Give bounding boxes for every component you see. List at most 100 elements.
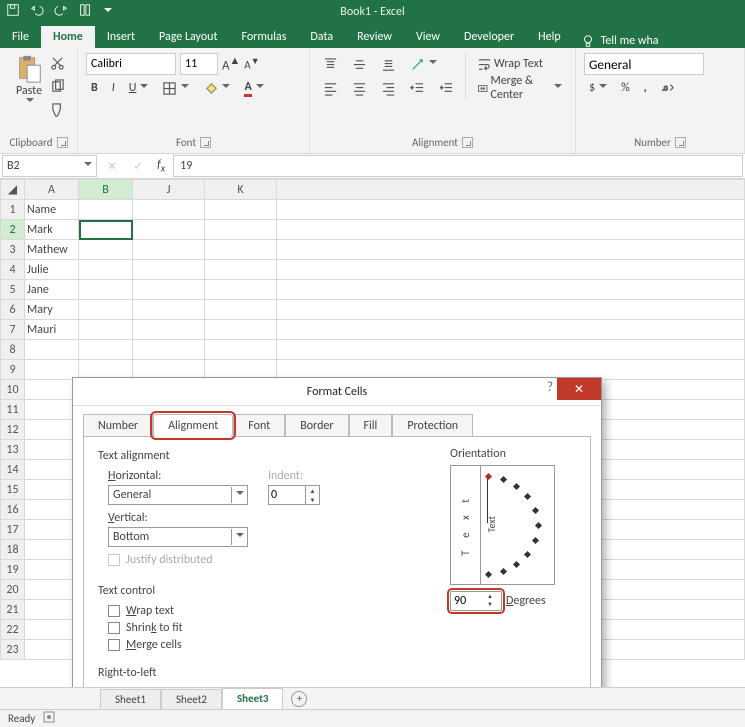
cell[interactable]	[205, 280, 277, 300]
row-header[interactable]: 22	[1, 620, 25, 640]
cell[interactable]	[205, 300, 277, 320]
row-header[interactable]: 6	[1, 300, 25, 320]
dialog-tab-number[interactable]: Number	[83, 414, 153, 437]
cell[interactable]	[25, 640, 79, 660]
cell[interactable]	[133, 340, 205, 360]
italic-button[interactable]: I	[107, 78, 120, 98]
tab-home[interactable]: Home	[41, 26, 95, 48]
row-header[interactable]: 3	[1, 240, 25, 260]
fx-icon[interactable]: fx	[151, 158, 171, 174]
shrink-to-fit-checkbox[interactable]: Shrink to fit	[108, 621, 576, 635]
cell[interactable]	[25, 440, 79, 460]
dialog-tab-border[interactable]: Border	[285, 414, 348, 437]
col-header[interactable]: K	[205, 180, 277, 200]
cell[interactable]	[25, 380, 79, 400]
row-header[interactable]: 15	[1, 480, 25, 500]
cell[interactable]	[25, 460, 79, 480]
font-size-select[interactable]	[180, 53, 218, 75]
cell[interactable]	[25, 400, 79, 420]
row-header[interactable]: 5	[1, 280, 25, 300]
help-icon[interactable]: ?	[547, 380, 553, 395]
cancel-formula-icon[interactable]: ✕	[99, 159, 125, 174]
sheet-tab-3[interactable]: Sheet3	[222, 688, 284, 709]
cell[interactable]: Mauri	[25, 320, 79, 340]
cell[interactable]: Name	[25, 200, 79, 220]
align-right-icon[interactable]	[376, 78, 401, 99]
cell[interactable]	[205, 340, 277, 360]
cell[interactable]	[79, 260, 133, 280]
macro-record-icon[interactable]	[43, 711, 55, 726]
row-header[interactable]: 13	[1, 440, 25, 460]
undo-icon[interactable]	[30, 3, 44, 21]
align-center-icon[interactable]	[347, 78, 372, 99]
cell[interactable]	[133, 240, 205, 260]
borders-button[interactable]	[157, 78, 194, 99]
indent-spinner[interactable]: ▲▼	[268, 485, 320, 505]
comma-format-icon[interactable]: ,	[639, 78, 652, 98]
dialog-tab-alignment[interactable]: Alignment	[153, 414, 233, 437]
cell[interactable]	[205, 200, 277, 220]
worksheet-grid[interactable]: ◢ABJK1Name2Mark3Mathew4Julie5Jane6Mary7M…	[0, 179, 745, 699]
row-header[interactable]: 20	[1, 580, 25, 600]
increase-decimal-icon[interactable]: .0	[656, 78, 681, 99]
align-bottom-icon[interactable]	[376, 54, 401, 75]
save-icon[interactable]	[6, 3, 20, 21]
dialog-tab-fill[interactable]: Fill	[349, 414, 393, 437]
cell[interactable]: Mary	[25, 300, 79, 320]
formula-bar[interactable]: 19	[173, 155, 743, 177]
align-left-icon[interactable]	[318, 78, 343, 99]
tab-view[interactable]: View	[404, 26, 452, 48]
cell[interactable]	[79, 320, 133, 340]
merge-cells-checkbox[interactable]: Merge cells	[108, 638, 576, 652]
format-painter-icon[interactable]	[50, 102, 65, 121]
increase-indent-icon[interactable]	[434, 78, 459, 99]
tab-data[interactable]: Data	[298, 26, 345, 48]
cell[interactable]	[79, 340, 133, 360]
number-format-select[interactable]	[584, 53, 704, 75]
cell[interactable]: Jane	[25, 280, 79, 300]
col-header[interactable]: B	[79, 180, 133, 200]
dialog-tab-font[interactable]: Font	[233, 414, 285, 437]
row-header[interactable]: 11	[1, 400, 25, 420]
vertical-text-button[interactable]: T e x t	[451, 466, 481, 584]
tab-developer[interactable]: Developer	[452, 26, 526, 48]
launcher-icon[interactable]	[200, 137, 211, 148]
redo-icon[interactable]	[54, 3, 68, 21]
sheet-tab-1[interactable]: Sheet1	[100, 689, 161, 709]
row-header[interactable]: 10	[1, 380, 25, 400]
row-header[interactable]: 19	[1, 560, 25, 580]
close-button[interactable]: ✕	[557, 378, 601, 400]
row-header[interactable]: 4	[1, 260, 25, 280]
row-header[interactable]: 9	[1, 360, 25, 380]
launcher-icon[interactable]	[462, 137, 473, 148]
dialog-tab-protection[interactable]: Protection	[392, 414, 473, 437]
font-name-select[interactable]	[86, 53, 176, 75]
tab-formulas[interactable]: Formulas	[229, 26, 298, 48]
cell[interactable]: Julie	[25, 260, 79, 280]
decrease-indent-icon[interactable]	[405, 78, 430, 99]
cell[interactable]	[25, 560, 79, 580]
cell[interactable]	[79, 220, 133, 240]
dialog-title-bar[interactable]: Format Cells ? ✕	[73, 378, 601, 406]
cell[interactable]	[25, 520, 79, 540]
cell[interactable]	[25, 540, 79, 560]
merge-center-button[interactable]: Merge & Center	[472, 76, 567, 100]
add-sheet-button[interactable]: +	[291, 691, 307, 707]
paste-button[interactable]: Paste	[8, 52, 50, 121]
bold-button[interactable]: B	[86, 78, 103, 98]
cell[interactable]	[205, 320, 277, 340]
tab-insert[interactable]: Insert	[95, 26, 147, 48]
vertical-combo[interactable]: Bottom	[108, 527, 248, 547]
name-box[interactable]: B2	[2, 155, 97, 177]
tab-page-layout[interactable]: Page Layout	[147, 26, 229, 48]
align-middle-icon[interactable]	[347, 54, 372, 75]
cut-icon[interactable]	[50, 56, 65, 75]
horizontal-combo[interactable]: General	[108, 485, 248, 505]
cell[interactable]	[25, 360, 79, 380]
percent-format-icon[interactable]: %	[616, 78, 635, 98]
font-color-button[interactable]: A	[239, 77, 268, 100]
cell[interactable]	[133, 320, 205, 340]
orientation-dial[interactable]: Text	[481, 466, 554, 584]
col-header[interactable]: A	[25, 180, 79, 200]
tell-me[interactable]: Tell me wha	[573, 34, 667, 48]
